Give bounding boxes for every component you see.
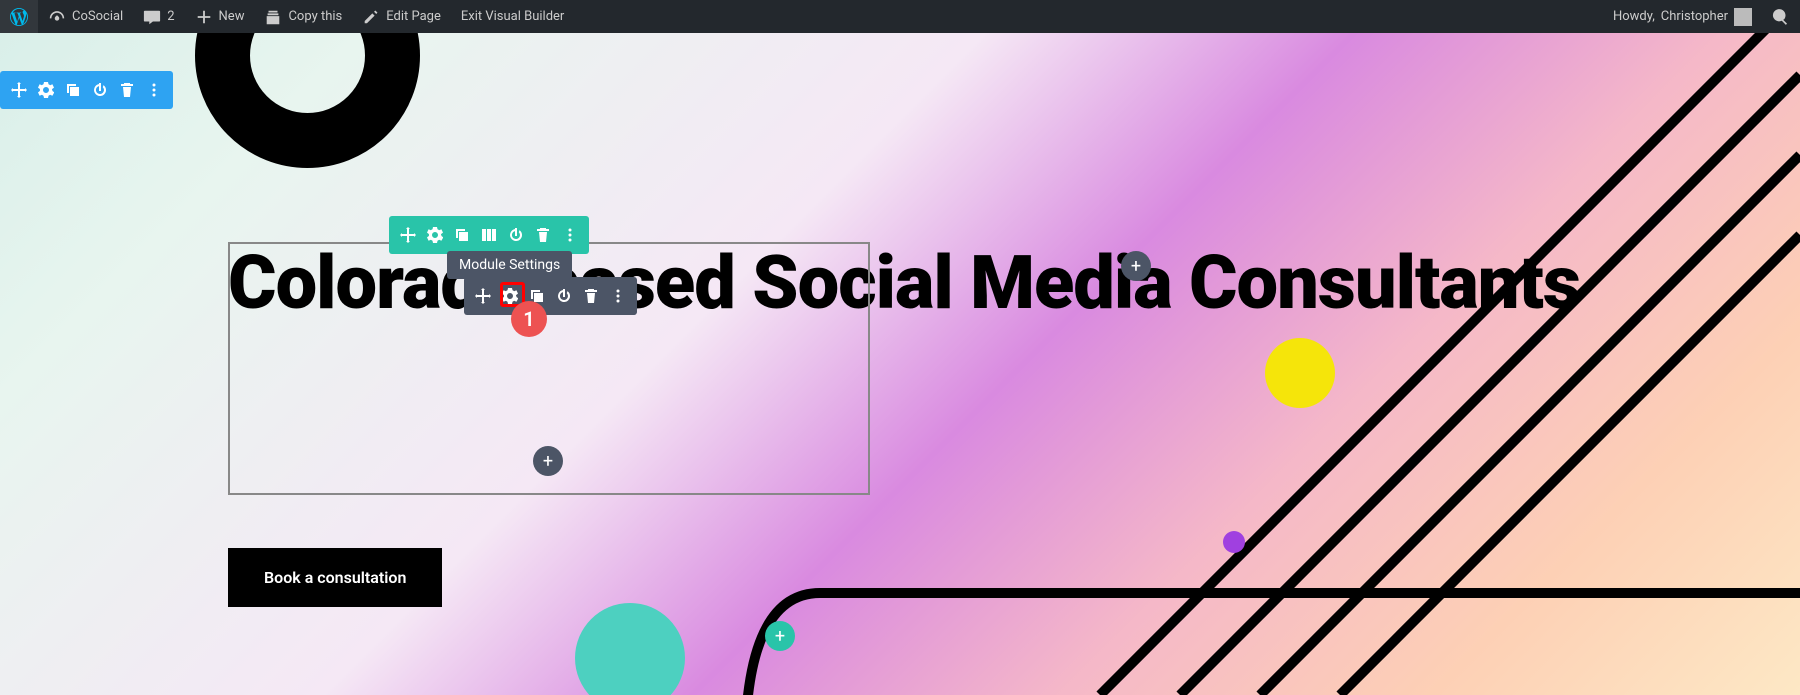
copy-menu[interactable]: Copy this — [254, 0, 352, 33]
comment-icon — [143, 8, 161, 26]
comments-menu[interactable]: 2 — [133, 0, 184, 33]
row-toolbar — [389, 216, 589, 254]
site-name-menu[interactable]: CoSocial — [38, 0, 133, 33]
row-save[interactable] — [504, 223, 528, 247]
decorative-dot-yellow — [1265, 338, 1335, 408]
adminbar-left: CoSocial 2 New Copy this Edit Page Exit … — [0, 0, 574, 33]
exit-builder-label: Exit Visual Builder — [461, 9, 564, 24]
power-icon — [556, 288, 572, 304]
section-duplicate[interactable] — [61, 78, 85, 102]
module-move[interactable] — [471, 284, 495, 308]
duplicate-icon — [454, 227, 470, 243]
pencil-icon — [362, 8, 380, 26]
move-icon — [400, 227, 416, 243]
wordpress-icon — [10, 8, 28, 26]
columns-icon — [481, 227, 497, 243]
plus-icon — [195, 8, 213, 26]
adminbar-right: Howdy, Christopher — [1603, 0, 1800, 33]
search-menu[interactable] — [1762, 0, 1800, 33]
module-delete[interactable] — [579, 284, 603, 308]
row-delete[interactable] — [531, 223, 555, 247]
section-settings[interactable] — [34, 78, 58, 102]
add-row-button[interactable]: + — [765, 621, 795, 651]
section-more[interactable] — [142, 78, 166, 102]
comment-count: 2 — [167, 9, 174, 24]
add-module-button-right[interactable]: + — [1121, 251, 1151, 281]
module-toolbar — [464, 277, 637, 315]
power-icon — [508, 227, 524, 243]
duplicate-icon — [65, 82, 81, 98]
cta-button[interactable]: Book a consultation — [228, 548, 442, 607]
section-delete[interactable] — [115, 78, 139, 102]
user-name: Christopher — [1661, 9, 1728, 24]
new-menu[interactable]: New — [185, 0, 255, 33]
exit-builder-menu[interactable]: Exit Visual Builder — [451, 0, 574, 33]
module-save[interactable] — [552, 284, 576, 308]
howdy-prefix: Howdy, — [1613, 9, 1655, 24]
module-more[interactable] — [606, 284, 630, 308]
row-more[interactable] — [558, 223, 582, 247]
section-toolbar — [0, 71, 173, 109]
more-vertical-icon — [610, 288, 626, 304]
avatar — [1734, 8, 1752, 26]
edit-page-menu[interactable]: Edit Page — [352, 0, 451, 33]
add-module-button[interactable]: + — [533, 446, 563, 476]
row-columns[interactable] — [477, 223, 501, 247]
canvas: Module Settings 1 Colorado based Social … — [0, 33, 1800, 695]
row-move[interactable] — [396, 223, 420, 247]
gear-icon — [502, 288, 518, 304]
decorative-ring — [195, 33, 420, 168]
move-icon — [11, 82, 27, 98]
module-settings-tooltip: Module Settings — [447, 251, 572, 279]
trash-icon — [119, 82, 135, 98]
decorative-dot-teal — [575, 603, 685, 695]
new-label: New — [219, 9, 245, 24]
more-vertical-icon — [146, 82, 162, 98]
row-duplicate[interactable] — [450, 223, 474, 247]
gear-icon — [427, 227, 443, 243]
section-save[interactable] — [88, 78, 112, 102]
more-vertical-icon — [562, 227, 578, 243]
move-icon — [475, 288, 491, 304]
user-menu[interactable]: Howdy, Christopher — [1603, 0, 1762, 33]
search-icon — [1772, 8, 1790, 26]
decorative-dot-purple — [1223, 531, 1245, 553]
edit-page-label: Edit Page — [386, 9, 441, 24]
wp-adminbar: CoSocial 2 New Copy this Edit Page Exit … — [0, 0, 1800, 33]
trash-icon — [583, 288, 599, 304]
trash-icon — [535, 227, 551, 243]
gear-icon — [38, 82, 54, 98]
dashboard-icon — [48, 8, 66, 26]
wp-logo-menu[interactable] — [0, 0, 38, 33]
section-move[interactable] — [7, 78, 31, 102]
copy-icon — [264, 8, 282, 26]
copy-label: Copy this — [288, 9, 342, 24]
callout-badge: 1 — [511, 301, 547, 337]
row-settings[interactable] — [423, 223, 447, 247]
site-name-label: CoSocial — [72, 9, 123, 24]
power-icon — [92, 82, 108, 98]
